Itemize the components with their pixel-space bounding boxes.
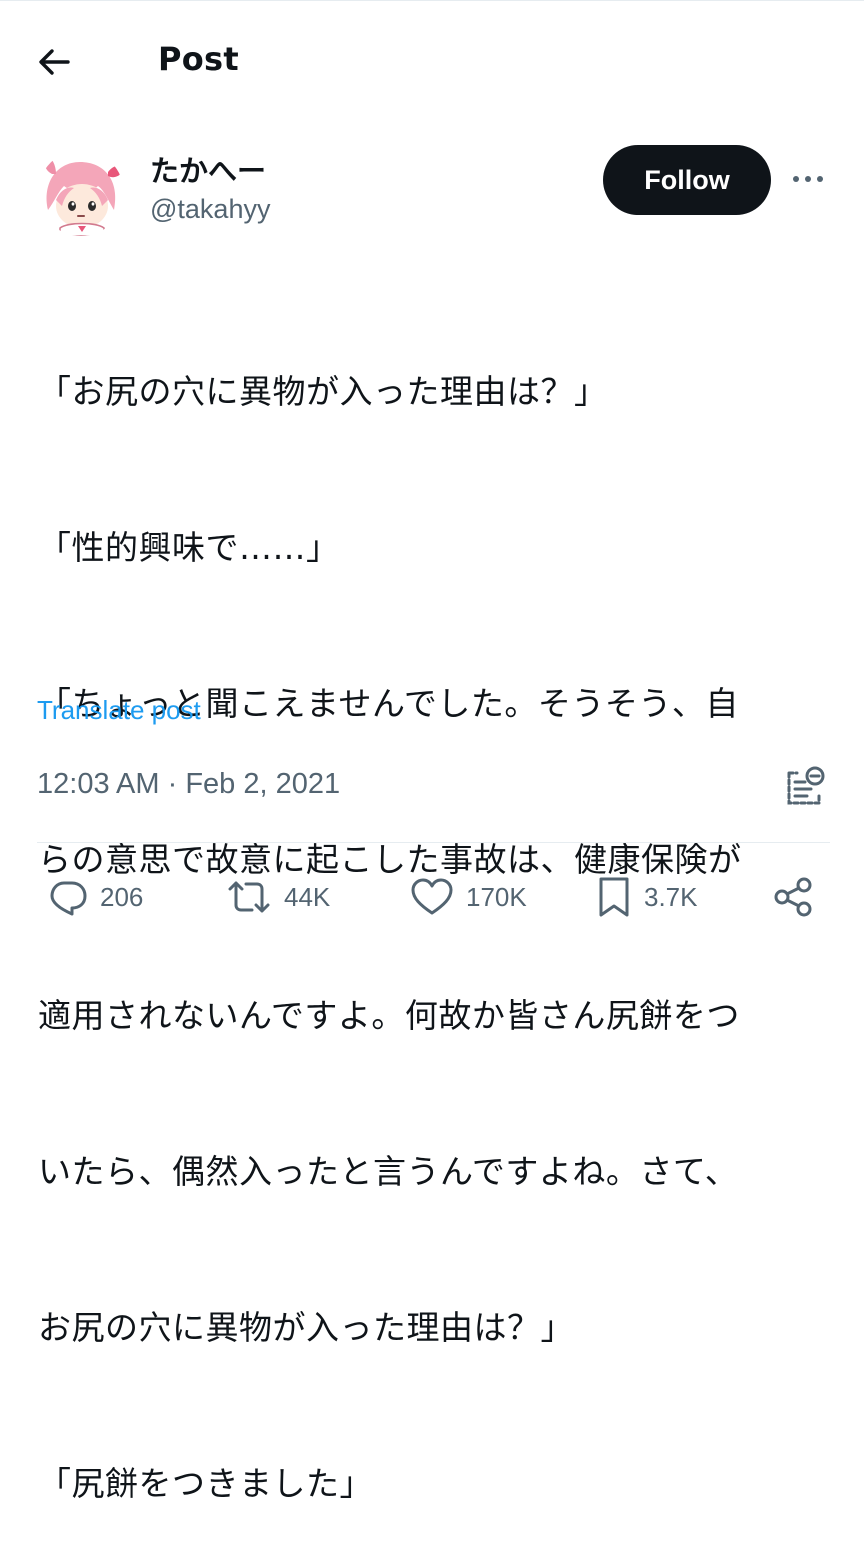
post-line: いたら、偶然入ったと言うんですよね。さて、 <box>38 1152 739 1191</box>
timestamp: 12:03 AM · Feb 2, 2021 <box>37 768 340 801</box>
follow-button[interactable]: Follow <box>603 145 771 215</box>
community-notes-button[interactable] <box>783 765 827 809</box>
post-line: 「尻餅をつきました」 <box>38 1464 373 1503</box>
bookmark-button[interactable]: 3.7K <box>596 872 698 922</box>
share-button[interactable] <box>772 872 814 922</box>
bookmark-icon <box>599 877 629 917</box>
avatar-image <box>38 150 124 236</box>
header: Post <box>0 30 864 92</box>
action-bar: 206 44K 170K 3.7K <box>0 862 864 932</box>
notes-icon <box>787 766 825 805</box>
translate-post-link[interactable]: Translate post <box>37 695 201 726</box>
repost-icon <box>228 881 270 913</box>
divider <box>37 842 830 843</box>
like-icon <box>411 878 453 915</box>
user-handle[interactable]: @takahyy <box>150 194 270 225</box>
like-button[interactable]: 170K <box>410 872 527 922</box>
reply-button[interactable]: 206 <box>48 872 143 922</box>
like-count: 170K <box>466 881 527 912</box>
display-name[interactable]: たかへー <box>150 148 266 190</box>
post-date[interactable]: Feb 2, 2021 <box>185 768 340 800</box>
post-line: お尻の穴に異物が入った理由は？」 <box>38 1308 574 1347</box>
top-border <box>0 0 864 4</box>
bookmark-count: 3.7K <box>644 881 698 912</box>
post-line: 「お尻の穴に異物が入った理由は？」 <box>38 372 608 411</box>
post-line: 「性的興味で……」 <box>38 528 340 567</box>
repost-count: 44K <box>284 881 331 912</box>
author-row: たかへー @takahyy Follow <box>0 140 864 240</box>
repost-button[interactable]: 44K <box>226 872 330 922</box>
share-icon <box>774 877 812 917</box>
meta-separator: · <box>159 768 186 800</box>
more-icon <box>793 176 823 182</box>
more-options-button[interactable] <box>786 164 830 194</box>
post-meta: 12:03 AM · Feb 2, 2021 <box>37 765 827 809</box>
avatar[interactable] <box>38 150 124 236</box>
reply-icon <box>50 881 87 916</box>
back-button[interactable] <box>34 42 74 82</box>
page-title: Post <box>158 40 239 78</box>
back-arrow-icon <box>39 49 70 75</box>
post-time[interactable]: 12:03 AM <box>37 768 160 800</box>
post-line: 適用されないんですよ。何故か皆さん尻餅をつ <box>38 996 740 1035</box>
reply-count: 206 <box>100 881 144 912</box>
